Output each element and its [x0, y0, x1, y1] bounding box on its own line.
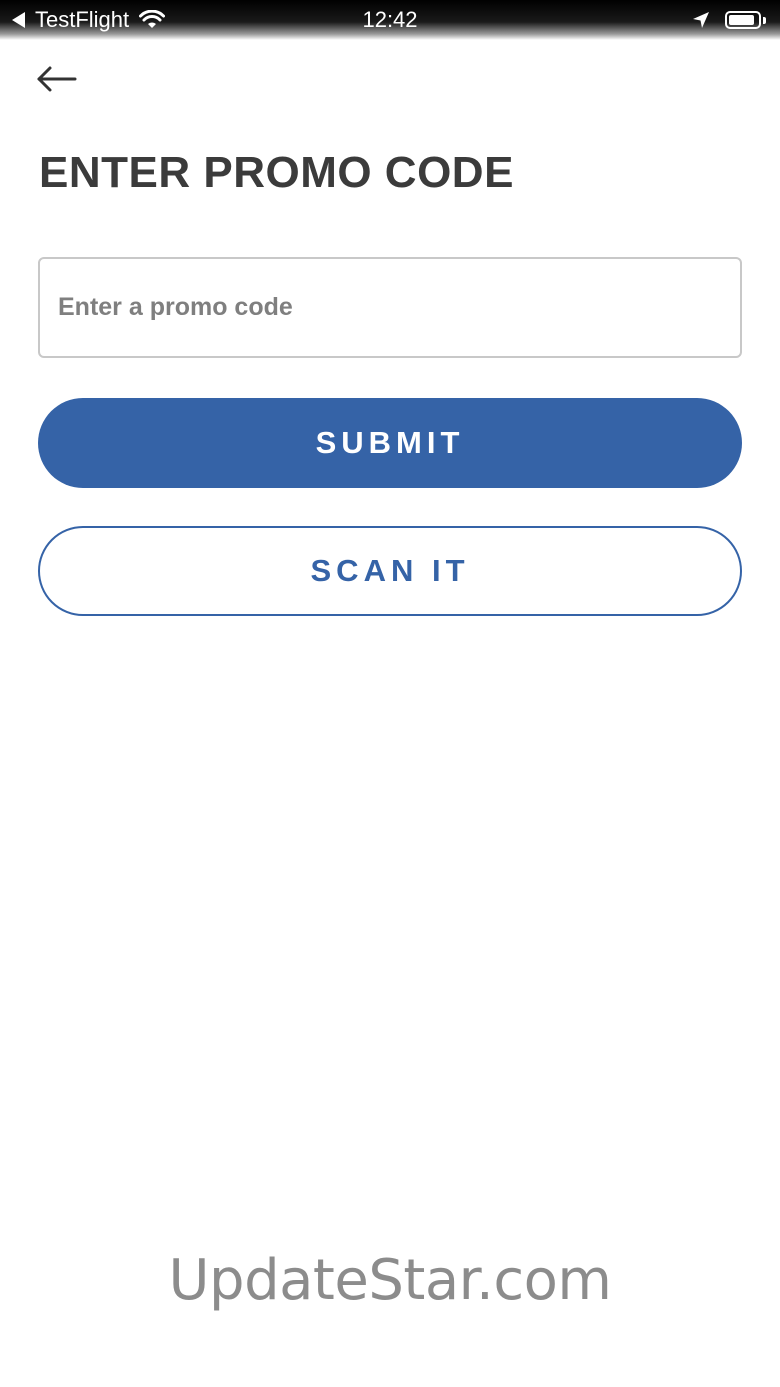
battery-tip: [763, 16, 766, 24]
status-right: [691, 6, 766, 34]
promo-code-input[interactable]: [38, 257, 742, 358]
scan-it-button-label: SCAN IT: [310, 553, 470, 588]
submit-button-label: SUBMIT: [315, 425, 465, 460]
page-title: ENTER PROMO CODE: [39, 148, 514, 197]
back-button[interactable]: [30, 58, 86, 102]
scan-it-button[interactable]: SCAN IT: [38, 526, 742, 616]
location-arrow-icon: [693, 12, 709, 28]
status-time: 12:42: [362, 7, 418, 32]
status-bar: TestFlight 12:42: [0, 0, 780, 40]
battery-fill: [729, 15, 754, 25]
arrow-left-icon: [37, 66, 77, 92]
watermark: UpdateStar.com: [168, 1248, 612, 1313]
battery-icon: [725, 11, 761, 29]
submit-button[interactable]: SUBMIT: [38, 398, 742, 488]
